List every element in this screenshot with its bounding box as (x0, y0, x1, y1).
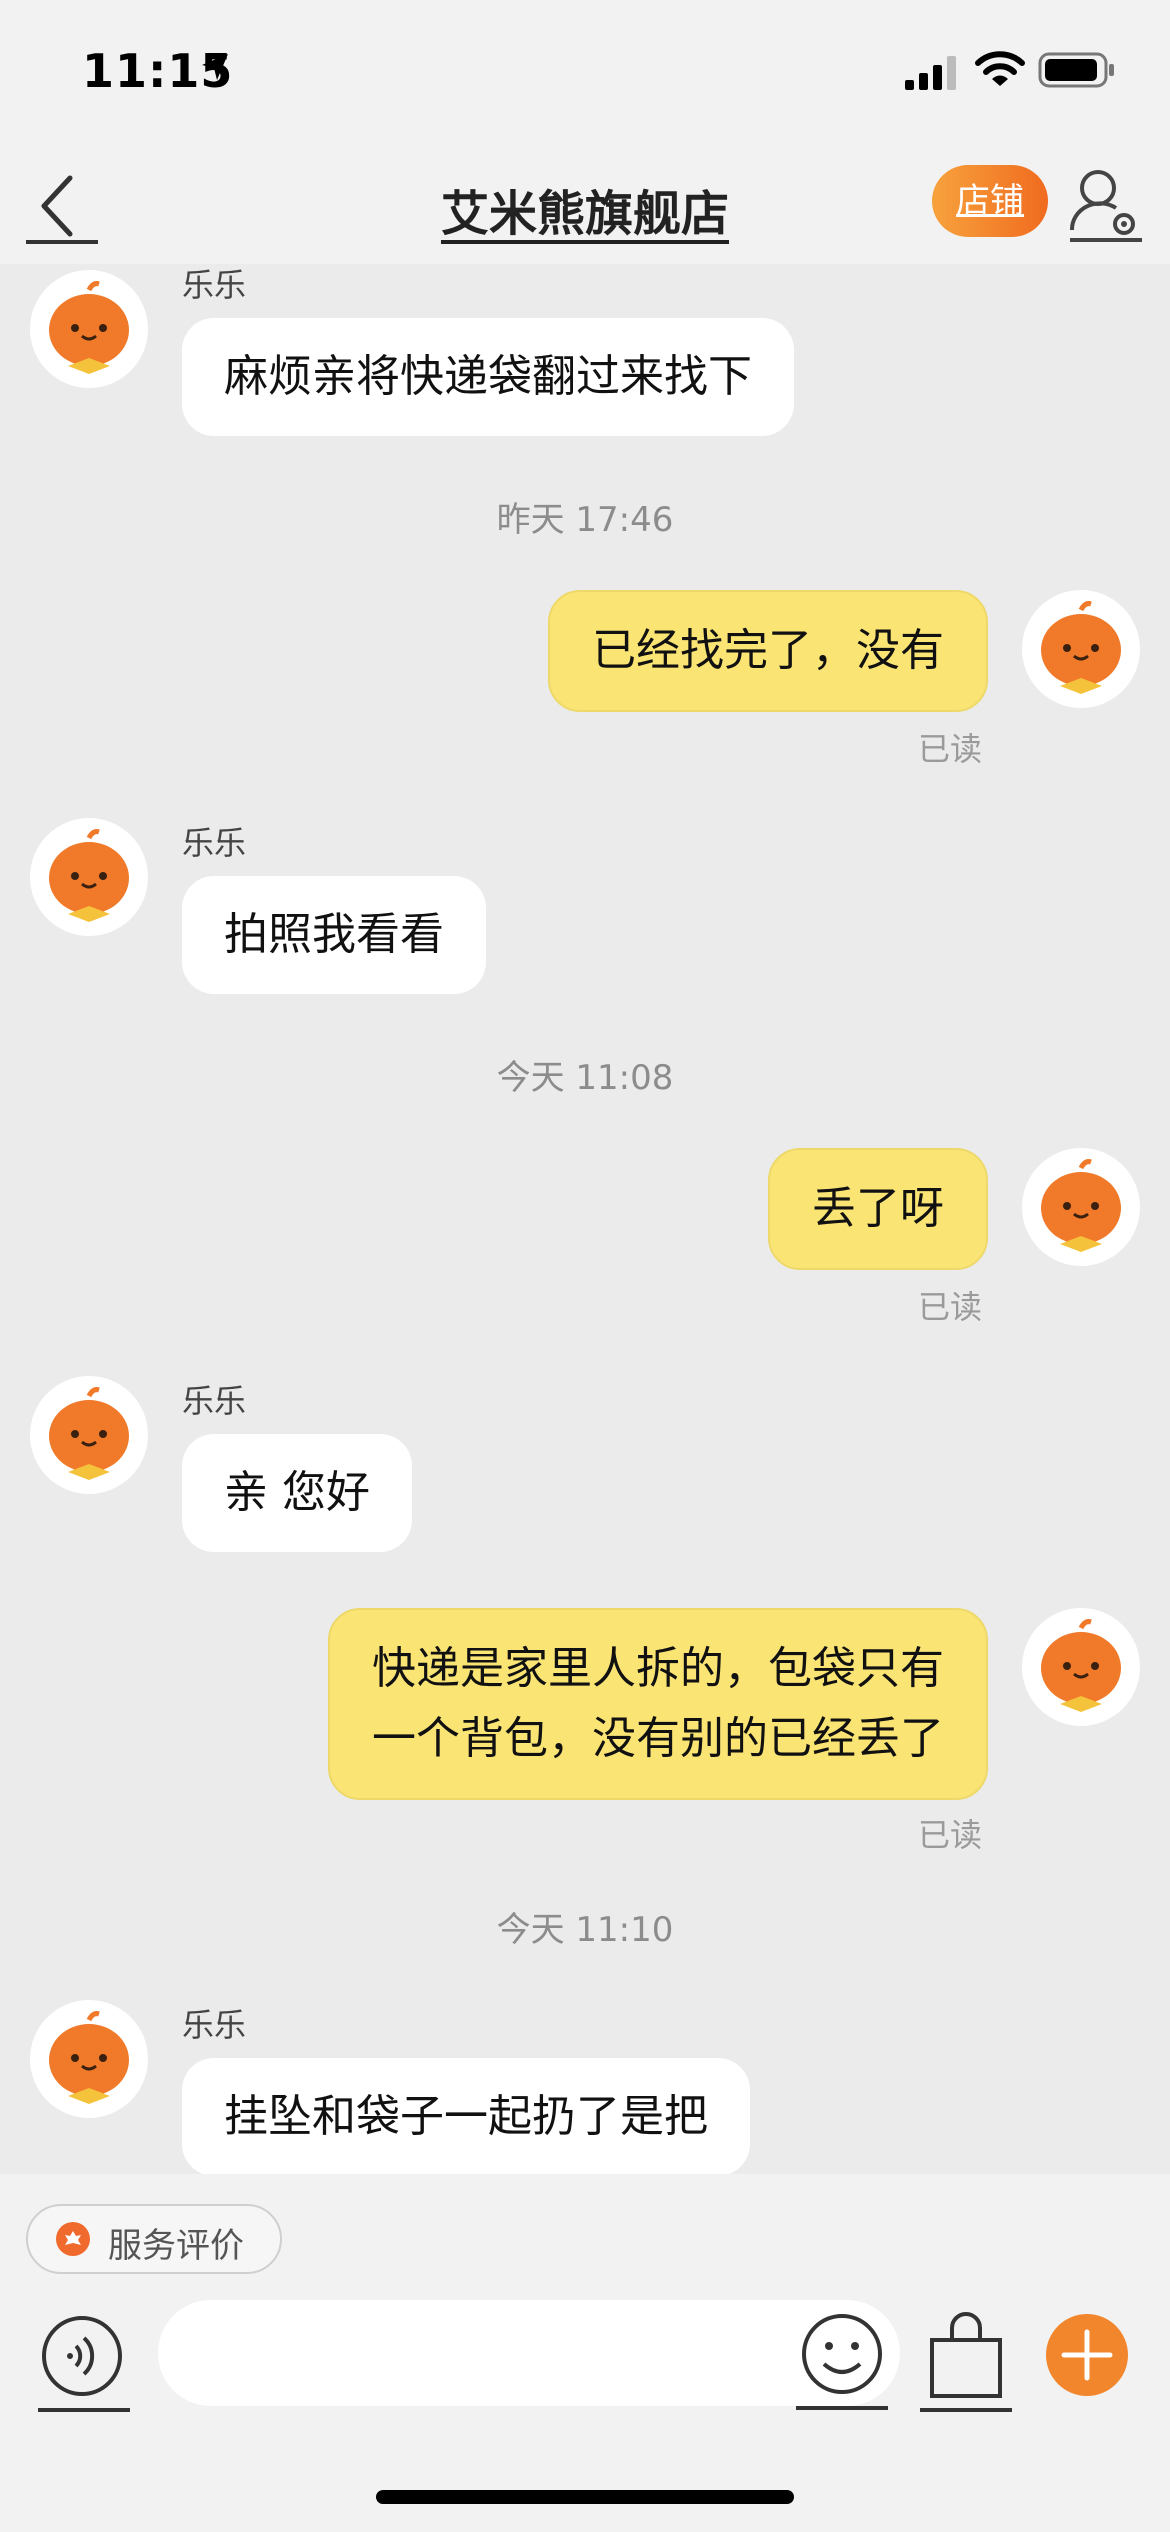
rating-icon (56, 2222, 90, 2256)
message-bubble[interactable]: 快递是家里人拆的，包袋只有 一个背包，没有别的已经丢了 (328, 1608, 988, 1800)
message-list[interactable]: 乐乐 麻烦亲将快递袋翻过来找下 昨天 17:46 已经找完了，没有 已读 乐乐 … (0, 264, 1170, 2174)
message-bubble[interactable]: 丢了呀 (768, 1148, 988, 1270)
profile-settings-icon[interactable] (1066, 162, 1146, 242)
pumpkin-mascot-icon (49, 1387, 129, 1480)
plus-button[interactable] (1046, 2314, 1128, 2396)
timestamp: 昨天 17:46 (496, 500, 674, 540)
store-button[interactable]: 店铺 (932, 165, 1048, 237)
service-rating-button[interactable]: 服务评价 (26, 2204, 282, 2274)
wifi-icon (975, 51, 1025, 86)
pumpkin-mascot-icon (1041, 601, 1121, 694)
voice-icon[interactable] (36, 2310, 132, 2414)
message-bubble[interactable]: 亲 您好 (182, 1434, 412, 1552)
pumpkin-mascot-icon (49, 829, 129, 922)
plus-icon (1061, 2329, 1113, 2381)
message-bubble[interactable]: 已经找完了，没有 (548, 590, 988, 712)
sender-name: 乐乐 (182, 1382, 247, 1420)
shopping-bag-icon[interactable] (918, 2306, 1014, 2414)
pumpkin-mascot-icon (49, 2011, 129, 2104)
pumpkin-mascot-icon (49, 281, 129, 374)
avatar[interactable] (1022, 1148, 1140, 1266)
read-receipt: 已读 (918, 730, 983, 768)
avatar[interactable] (1022, 1608, 1140, 1726)
pumpkin-mascot-icon (1041, 1159, 1121, 1252)
read-receipt: 已读 (918, 1816, 983, 1854)
emoji-icon[interactable] (794, 2308, 890, 2412)
avatar[interactable] (30, 818, 148, 936)
battery-icon (1038, 52, 1114, 88)
home-indicator[interactable] (376, 2490, 794, 2504)
sender-name: 乐乐 (182, 2006, 247, 2044)
read-receipt: 已读 (918, 1288, 983, 1326)
avatar[interactable] (30, 1376, 148, 1494)
chat-header: 艾米熊旗舰店 店铺 (0, 150, 1170, 264)
signal-icon (905, 56, 956, 90)
pumpkin-mascot-icon (1041, 1619, 1121, 1712)
sender-name: 乐乐 (182, 266, 247, 304)
avatar[interactable] (30, 2000, 148, 2118)
sender-name: 乐乐 (182, 824, 247, 862)
status-bar: 11:15 (0, 0, 1170, 150)
input-area: 服务评价 (0, 2174, 1170, 2532)
message-bubble[interactable]: 麻烦亲将快递袋翻过来找下 (182, 318, 794, 436)
service-rating-label: 服务评价 (108, 2226, 244, 2266)
timestamp: 今天 11:10 (496, 1910, 674, 1950)
avatar[interactable] (30, 270, 148, 388)
location-arrow-icon (202, 54, 228, 80)
timestamp: 今天 11:08 (496, 1058, 674, 1098)
message-input[interactable] (158, 2300, 900, 2406)
avatar[interactable] (1022, 590, 1140, 708)
message-bubble[interactable]: 拍照我看看 (182, 876, 486, 994)
message-bubble[interactable]: 挂坠和袋子一起扔了是把 (182, 2058, 750, 2174)
